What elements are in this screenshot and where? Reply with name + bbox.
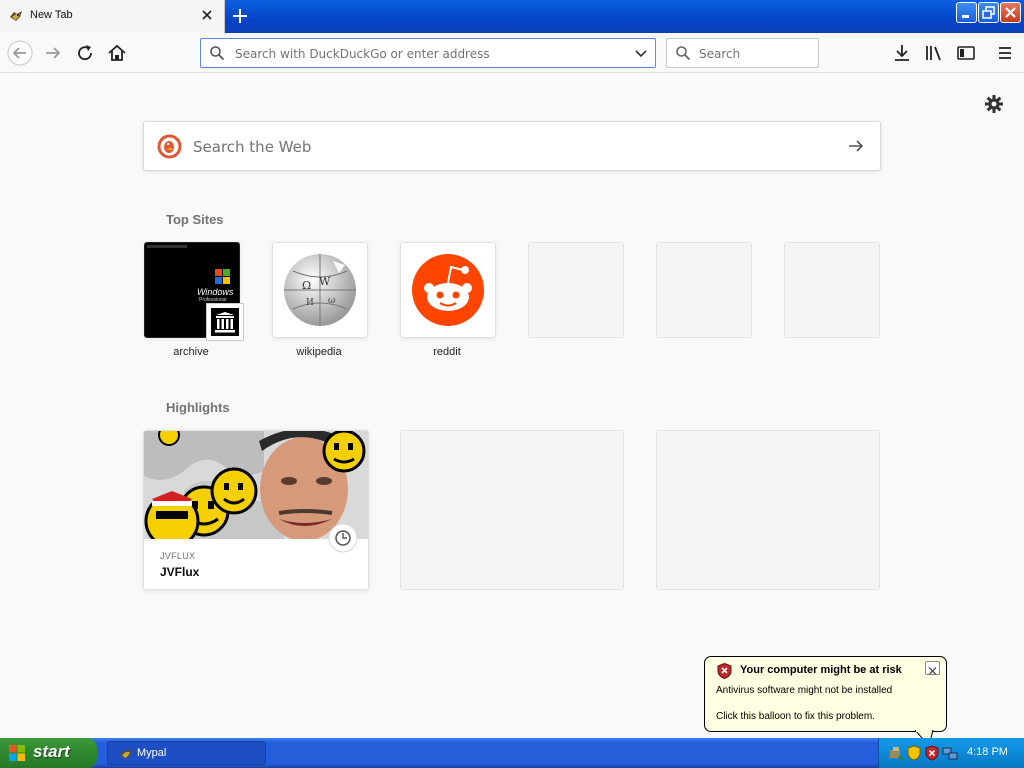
top-site-tile-reddit[interactable] — [400, 242, 496, 338]
highlight-card-jvflux[interactable]: JVFLUX JVFlux — [143, 430, 369, 590]
security-alert-icon[interactable] — [924, 745, 940, 761]
windows-logo-icon — [9, 745, 25, 761]
clock-icon — [328, 523, 358, 553]
top-site-label: reddit — [433, 346, 461, 358]
search-icon — [210, 46, 225, 61]
close-window-button[interactable] — [1000, 2, 1021, 23]
balloon-message: Antivirus software might not be installe… — [716, 685, 893, 696]
highlight-source: JVFLUX — [160, 551, 196, 561]
download-icon — [895, 45, 909, 61]
taskbar-clock[interactable]: 4:18 PM — [967, 746, 1008, 758]
taskbar: start Mypal 4:18 PM — [0, 738, 1024, 768]
close-icon — [928, 667, 937, 675]
top-site-placeholder — [656, 242, 752, 338]
close-icon — [1005, 7, 1016, 18]
sidebar-icon — [957, 46, 975, 60]
reddit-logo-icon — [412, 254, 484, 326]
gear-icon[interactable] — [984, 94, 1004, 114]
home-button[interactable] — [103, 39, 131, 67]
security-alert-balloon[interactable]: Your computer might be at risk Antivirus… — [704, 656, 947, 732]
web-search-box[interactable] — [143, 121, 881, 171]
close-tab-icon[interactable] — [198, 6, 216, 24]
safely-remove-hardware-icon[interactable] — [888, 745, 904, 761]
mypal-icon — [10, 11, 22, 21]
restore-button[interactable] — [978, 2, 999, 23]
wikipedia-globe-icon: Ω W И ω — [284, 254, 356, 326]
top-site-placeholder — [784, 242, 880, 338]
top-site-label: archive — [173, 346, 209, 358]
taskbar-window-mypal[interactable]: Mypal — [107, 741, 266, 765]
highlight-placeholder — [656, 430, 880, 590]
taskbar-window-label: Mypal — [137, 747, 167, 759]
start-button[interactable]: start — [0, 738, 97, 768]
top-site-label: wikipedia — [296, 346, 342, 358]
hamburger-menu-icon — [999, 47, 1011, 59]
security-shield-icon — [717, 663, 732, 679]
nav-toolbar — [0, 33, 1024, 73]
library-icon — [926, 46, 941, 61]
highlights-heading: Highlights — [166, 400, 230, 415]
svg-text:Ω: Ω — [302, 279, 311, 292]
forward-arrow-icon — [46, 47, 61, 59]
restore-icon — [982, 6, 995, 19]
new-tab-plus-icon[interactable] — [229, 5, 251, 27]
downloads-button[interactable] — [888, 39, 916, 67]
minimize-icon — [962, 15, 969, 18]
highlight-placeholder — [400, 430, 624, 590]
svg-text:Windows: Windows — [197, 287, 234, 297]
title-bar: New Tab — [0, 0, 1024, 33]
balloon-title: Your computer might be at risk — [740, 664, 902, 676]
top-site-tile-wikipedia[interactable]: Ω W И ω — [272, 242, 368, 338]
balloon-action-text[interactable]: Click this balloon to fix this problem. — [716, 711, 875, 722]
minimize-button[interactable] — [956, 2, 977, 23]
sidebar-button[interactable] — [952, 39, 980, 67]
top-sites-heading: Top Sites — [166, 212, 224, 227]
back-arrow-icon — [7, 40, 33, 66]
start-label: start — [33, 742, 70, 761]
svg-text:И: И — [306, 298, 314, 308]
forward-button[interactable] — [39, 39, 67, 67]
tab-new-tab[interactable]: New Tab — [0, 0, 225, 33]
reload-button[interactable] — [71, 39, 99, 67]
network-icon[interactable] — [942, 745, 958, 761]
security-center-shield-icon[interactable] — [906, 745, 922, 761]
top-site-placeholder — [528, 242, 624, 338]
search-input[interactable] — [697, 45, 811, 63]
top-site-tile-archive[interactable]: Windows Professional — [144, 242, 244, 341]
address-input[interactable] — [233, 45, 627, 63]
menu-button[interactable] — [991, 39, 1019, 67]
system-tray: 4:18 PM — [878, 738, 1024, 768]
library-button[interactable] — [920, 39, 948, 67]
arrow-right-icon[interactable] — [846, 136, 866, 156]
highlight-title: JVFlux — [160, 565, 200, 579]
chevron-down-icon[interactable] — [633, 45, 649, 61]
duckduckgo-logo-icon — [157, 134, 182, 159]
archive-logo-icon — [206, 303, 244, 341]
web-search-input[interactable] — [191, 137, 815, 157]
balloon-close-button[interactable] — [925, 661, 940, 675]
address-bar[interactable] — [200, 38, 656, 68]
mypal-icon — [120, 749, 132, 759]
reload-icon — [78, 45, 92, 61]
home-icon — [108, 44, 126, 61]
svg-text:ω: ω — [328, 296, 335, 306]
search-icon — [676, 46, 691, 61]
search-bar[interactable] — [666, 38, 819, 68]
tab-title: New Tab — [30, 9, 73, 21]
svg-text:W: W — [319, 275, 331, 288]
back-button[interactable] — [6, 39, 34, 67]
